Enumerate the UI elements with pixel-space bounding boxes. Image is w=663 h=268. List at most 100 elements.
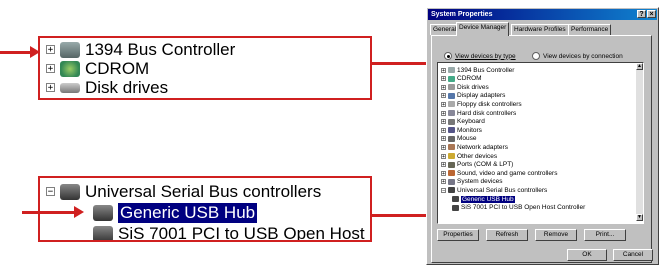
radio-label: View devices by type (455, 52, 516, 60)
device-label: Other devices (457, 152, 498, 160)
floppy-icon (448, 101, 455, 108)
usb-icon (452, 196, 459, 202)
zoom-label: CDROM (85, 58, 150, 78)
radio-selected-icon (444, 52, 452, 60)
collapse-icon[interactable]: − (441, 187, 446, 193)
expand-icon[interactable]: + (441, 153, 446, 159)
device-label: Floppy disk controllers (457, 100, 522, 108)
device-label: 1394 Bus Controller (457, 66, 515, 74)
expand-icon[interactable]: + (441, 101, 446, 107)
device-tree-row[interactable]: + Disk drives (441, 83, 489, 91)
device-tree-row[interactable]: + Mouse (441, 135, 477, 143)
expand-icon[interactable]: + (441, 119, 446, 125)
device-tree-row[interactable]: − Universal Serial Bus controllers (441, 186, 547, 194)
device-tree-row[interactable]: + Floppy disk controllers (441, 100, 522, 108)
zoom-row-usb: − Universal Serial Bus controllers (46, 182, 321, 201)
bus-controller-icon (448, 67, 455, 73)
dialog-title: System Properties (431, 11, 493, 18)
zoom-callout-top: + 1394 Bus Controller + CDROM + Disk dri… (38, 36, 372, 100)
usb-icon (93, 225, 113, 240)
expand-icon[interactable]: + (441, 127, 446, 133)
disk-drive-icon (448, 84, 455, 91)
expand-icon[interactable]: + (441, 136, 446, 142)
zoom-row-cdrom: + CDROM (46, 59, 149, 78)
zoom-row-disk: + Disk drives (46, 78, 168, 97)
title-bar: System Properties ? × (428, 9, 657, 20)
print-button[interactable]: Print... (584, 229, 626, 241)
device-tree-row[interactable]: + Display adapters (441, 92, 505, 100)
close-button[interactable]: × (647, 10, 656, 18)
cdrom-icon (448, 75, 455, 82)
ok-button[interactable]: OK (567, 249, 607, 261)
usb-icon (448, 187, 455, 194)
bus-controller-icon (60, 41, 80, 58)
device-label: Ports (COM & LPT) (457, 161, 514, 169)
device-label: Mouse (457, 135, 477, 143)
device-tree[interactable]: +1394 Bus Controller + CDROM + Disk drives + D… (437, 62, 644, 224)
tab-hardware-profiles[interactable]: Hardware Profiles (511, 24, 569, 35)
refresh-button[interactable]: Refresh (486, 229, 528, 241)
device-tree-row[interactable]: + Keyboard (441, 118, 485, 126)
radio-view-by-connection[interactable]: View devices by connection (532, 52, 623, 60)
tab-general[interactable]: General (430, 24, 460, 35)
device-label: Monitors (457, 126, 482, 134)
tab-performance[interactable]: Performance (568, 24, 612, 35)
device-tree-row[interactable]: + Network adapters (441, 143, 508, 151)
ports-icon (448, 161, 455, 168)
usb-icon (60, 183, 80, 200)
system-devices-icon (448, 178, 455, 185)
zoom-row-generic-hub: Generic USB Hub (88, 202, 258, 223)
collapse-icon[interactable]: − (46, 187, 55, 197)
device-tree-row[interactable]: Generic USB Hub (452, 195, 515, 203)
device-label: Display adapters (457, 92, 506, 100)
expand-icon[interactable]: + (441, 162, 446, 168)
cancel-button[interactable]: Cancel (613, 249, 653, 261)
properties-button[interactable]: Properties (437, 229, 479, 241)
device-tree-row[interactable]: + System devices (441, 178, 503, 186)
expand-icon[interactable]: + (441, 93, 446, 99)
device-label: SiS 7001 PCI to USB Open Host Controller (461, 204, 586, 212)
expand-icon[interactable]: + (441, 110, 446, 116)
zoom-label: 1394 Bus Controller (85, 39, 236, 59)
arrow-bottom-left (22, 211, 76, 214)
zoom-label-selected: Generic USB Hub (118, 202, 258, 223)
device-tree-row[interactable]: + Monitors (441, 126, 482, 134)
device-label: Network adapters (457, 143, 508, 151)
expand-icon[interactable]: + (441, 170, 446, 176)
cdrom-icon (60, 60, 80, 77)
device-tree-row[interactable]: SiS 7001 PCI to USB Open Host Controller (452, 204, 585, 212)
zoom-label: Disk drives (85, 77, 169, 97)
remove-button[interactable]: Remove (535, 229, 577, 241)
scroll-down-button[interactable]: ▼ (636, 214, 643, 221)
device-tree-row[interactable]: + Hard disk controllers (441, 109, 516, 117)
radio-view-by-type[interactable]: View devices by type (444, 52, 516, 60)
device-tree-row[interactable]: + CDROM (441, 75, 482, 83)
expand-icon[interactable]: + (441, 84, 446, 90)
zoom-label: SiS 7001 PCI to USB Open Host C (118, 223, 372, 242)
device-label: Generic USB Hub (461, 195, 515, 203)
device-label: Disk drives (457, 83, 489, 91)
expand-icon[interactable]: + (441, 76, 446, 82)
expand-icon[interactable]: + (441, 144, 446, 150)
arrow-top-left (0, 51, 34, 54)
device-tree-row[interactable]: + Ports (COM & LPT) (441, 161, 513, 169)
device-tree-row[interactable]: + Other devices (441, 152, 497, 160)
expand-icon[interactable]: + (46, 83, 55, 93)
zoom-callout-bottom: − Universal Serial Bus controllers Gener… (38, 176, 372, 242)
expand-icon[interactable]: + (441, 67, 446, 73)
scroll-up-button[interactable]: ▲ (636, 63, 643, 70)
device-label: System devices (457, 178, 503, 186)
tab-device-manager[interactable]: Device Manager (456, 22, 510, 36)
vertical-scrollbar[interactable] (636, 63, 643, 221)
help-button[interactable]: ? (637, 10, 646, 18)
device-tree-row[interactable]: +1394 Bus Controller (441, 66, 514, 74)
expand-icon[interactable]: + (441, 179, 446, 185)
arrow-top-right (370, 62, 432, 65)
arrow-head (30, 46, 40, 58)
device-label: Hard disk controllers (457, 109, 517, 117)
device-label: Sound, video and game controllers (457, 169, 558, 177)
radio-unselected-icon (532, 52, 540, 60)
expand-icon[interactable]: + (46, 64, 55, 74)
device-tree-row[interactable]: + Sound, video and game controllers (441, 169, 557, 177)
expand-icon[interactable]: + (46, 45, 55, 55)
